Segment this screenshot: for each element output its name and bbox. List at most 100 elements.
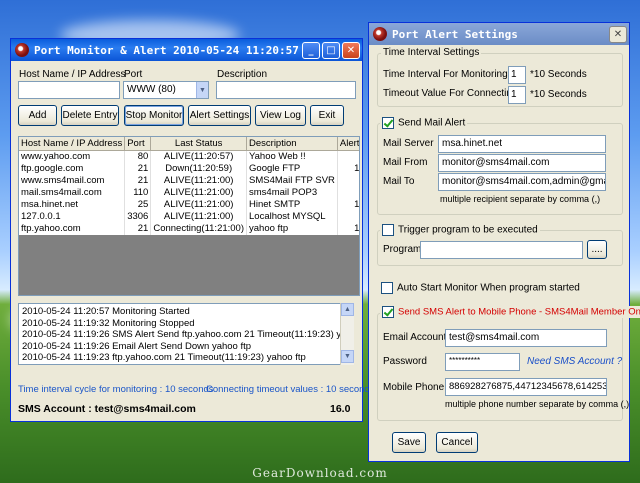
save-button[interactable]: Save (392, 432, 426, 453)
table-cell (337, 174, 359, 187)
mail-server-input[interactable]: msa.hinet.net (438, 135, 606, 153)
log-scrollbar[interactable]: ▲ ▼ (340, 303, 354, 365)
timeout-unit: *10 Seconds (530, 89, 587, 100)
exit-button[interactable]: Exit (310, 105, 344, 126)
trigger-program-checkbox[interactable] (382, 224, 394, 236)
port-select-value: WWW (80) (127, 84, 176, 95)
mail-to-input[interactable]: monitor@sms4mail.com,admin@gmail.com (438, 173, 606, 191)
interval-input[interactable]: 1 (508, 66, 526, 84)
delete-entry-button[interactable]: Delete Entry (61, 105, 119, 126)
close-icon[interactable]: ✕ (342, 41, 360, 59)
program-input[interactable] (420, 241, 583, 259)
table-cell: www.sms4mail.com (19, 174, 126, 187)
settings-titlebar[interactable]: Port Alert Settings ✕ (369, 23, 629, 45)
password-input[interactable]: ********** (445, 353, 520, 371)
monitor-table[interactable]: Host Name / IP Address Port Last Status … (18, 136, 360, 296)
log-line: 2010-05-24 11:19:26 Email Alert Send Dow… (22, 340, 252, 352)
column-header[interactable]: Last Status (150, 137, 248, 151)
mail-to-label: Mail To (383, 176, 415, 187)
cancel-button[interactable]: Cancel (436, 432, 478, 453)
table-row[interactable]: msa.hinet.net 25 ALIVE(11:21:00) Hinet SMTP… (19, 198, 359, 211)
log-line: 2010-05-24 11:19:32 Monitoring Stopped (22, 317, 195, 329)
scroll-down-icon[interactable]: ▼ (341, 350, 354, 363)
table-cell: 25 (124, 198, 152, 211)
mail-alert-toggle[interactable]: Send Mail Alert (380, 117, 468, 129)
table-cell: 21 (124, 222, 152, 235)
column-header[interactable]: Alert (337, 137, 359, 151)
chevron-down-icon[interactable]: ▼ (196, 82, 208, 98)
mobile-phone-input[interactable]: 886928276875,44712345678,6142536888 (445, 378, 607, 396)
table-cell: 80 (124, 150, 152, 163)
table-cell: Localhost MYSQL (246, 210, 338, 223)
main-titlebar[interactable]: Port Monitor & Alert 2010-05-24 11:20:57… (11, 39, 362, 61)
password-label: Password (383, 356, 427, 367)
table-cell: 110 (124, 186, 152, 199)
table-row[interactable]: mail.sms4mail.com 110 ALIVE(11:21:00) sms4m… (19, 186, 359, 199)
trigger-program-toggle[interactable]: Trigger program to be executed (380, 224, 540, 236)
autostart-checkbox[interactable] (381, 282, 393, 294)
mail-from-input[interactable]: monitor@sms4mail.com (438, 154, 606, 172)
column-header[interactable]: Description (246, 137, 338, 151)
timeout-input[interactable]: 1 (508, 86, 526, 104)
watermark-text: GearDownload.com (252, 466, 388, 480)
table-cell: ALIVE(11:20:57) (150, 150, 248, 163)
table-cell: Hinet SMTP (246, 198, 338, 211)
maximize-icon[interactable]: □ (322, 41, 340, 59)
table-row[interactable]: ftp.yahoo.com 21 Connecting(11:21:00) yahoo… (19, 222, 359, 235)
minimize-icon[interactable]: _ (302, 41, 320, 59)
sms-alert-toggle[interactable]: Send SMS Alert to Mobile Phone - SMS4Mai… (380, 306, 640, 318)
trigger-program-title: Trigger program to be executed (398, 224, 538, 236)
need-sms-account-link[interactable]: Need SMS Account ? (527, 356, 622, 367)
host-input[interactable] (18, 81, 120, 99)
browse-button[interactable]: .... (587, 240, 607, 259)
table-cell: ALIVE(11:21:00) (150, 174, 248, 187)
column-header[interactable]: Port (124, 137, 152, 151)
table-cell: 21 (124, 174, 152, 187)
time-interval-title: Time Interval Settings (381, 47, 482, 58)
program-label: Program (383, 244, 422, 255)
table-cell: SMS4Mail FTP SVR (246, 174, 338, 187)
alert-settings-button[interactable]: Alert Settings (188, 105, 251, 126)
close-icon[interactable]: ✕ (609, 25, 627, 43)
scroll-track[interactable] (341, 316, 354, 350)
log-line: 2010-05-24 11:19:23 ftp.yahoo.com 21 Tim… (22, 352, 306, 363)
autostart-toggle[interactable]: Auto Start Monitor When program started (381, 282, 580, 294)
table-row[interactable]: ftp.google.com 21 Down(11:20:59) Google FTP… (19, 162, 359, 175)
table-cell: 127.0.0.1 (19, 210, 126, 223)
table-cell: 21 (124, 162, 152, 175)
stop-monitor-button[interactable]: Stop Monitor (124, 105, 184, 126)
event-log[interactable]: 2010-05-24 11:20:57 Monitoring Started 20… (18, 303, 354, 365)
mail-alert-title: Send Mail Alert (398, 117, 466, 129)
mail-alert-checkbox[interactable] (382, 117, 394, 129)
table-cell: Down(11:20:59) (150, 162, 248, 175)
port-label: Port (124, 69, 143, 80)
table-cell: ALIVE(11:21:00) (150, 186, 248, 199)
view-log-button[interactable]: View Log (255, 105, 306, 126)
column-header[interactable]: Host Name / IP Address (19, 137, 126, 151)
table-cell: 1 (337, 222, 359, 235)
table-row[interactable]: 127.0.0.1 3306 ALIVE(11:21:00) Localhost MY… (19, 210, 359, 223)
sms-account-status: SMS Account : test@sms4mail.com (18, 403, 196, 415)
table-cell: yahoo ftp (246, 222, 338, 235)
add-button[interactable]: Add (18, 105, 57, 126)
interval-label: Time Interval For Monitoring (383, 69, 508, 80)
table-cell: Yahoo Web !! (246, 150, 338, 163)
email-account-label: Email Account (383, 332, 447, 343)
scroll-up-icon[interactable]: ▲ (341, 303, 354, 316)
table-row[interactable]: www.yahoo.com 80 ALIVE(11:20:57) Yahoo Web … (19, 150, 359, 163)
description-input[interactable] (216, 81, 356, 99)
mobile-phone-label: Mobile Phone # (383, 382, 453, 393)
table-cell: ftp.yahoo.com (19, 222, 126, 235)
table-cell: Google FTP (246, 162, 338, 175)
email-account-input[interactable]: test@sms4mail.com (445, 329, 607, 347)
main-window-title: Port Monitor & Alert 2010-05-24 11:20:57… (34, 43, 302, 57)
table-cell (337, 150, 359, 163)
mail-to-hint: multiple recipient separate by comma (,) (440, 194, 601, 204)
sms-alert-checkbox[interactable] (382, 306, 394, 318)
table-cell (337, 210, 359, 223)
interval-unit: *10 Seconds (530, 69, 587, 80)
table-row[interactable]: www.sms4mail.com 21 ALIVE(11:21:00) SMS4Mai… (19, 174, 359, 187)
settings-window-title: Port Alert Settings (392, 27, 518, 41)
table-cell: sms4mail POP3 (246, 186, 338, 199)
table-cell: 3306 (124, 210, 152, 223)
